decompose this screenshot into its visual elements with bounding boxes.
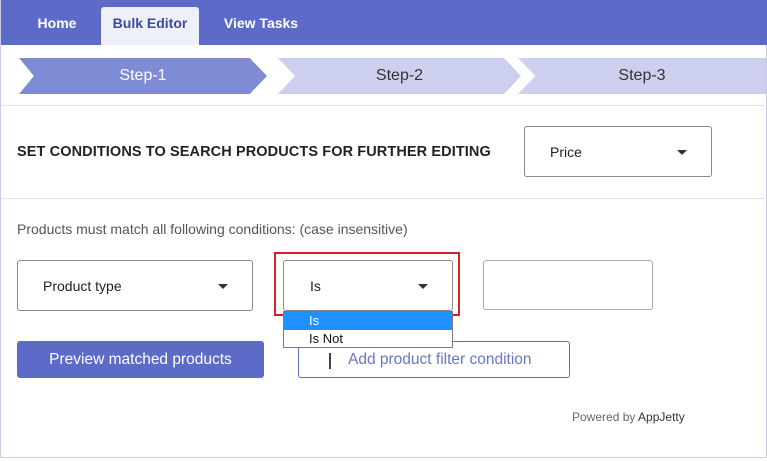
search-section: SET CONDITIONS TO SEARCH PRODUCTS FOR FU… xyxy=(1,107,767,199)
tab-bulk-editor[interactable]: Bulk Editor xyxy=(101,7,199,45)
operator-dropdown-list: Is Is Not xyxy=(283,311,453,348)
brand-name: AppJetty xyxy=(638,410,685,424)
caret-down-icon xyxy=(218,283,228,289)
caret-down-icon xyxy=(677,149,687,155)
tab-home[interactable]: Home xyxy=(23,7,91,45)
step-2: Step-2 xyxy=(278,58,521,94)
condition-operator-select[interactable]: Is xyxy=(283,260,453,311)
preview-matched-products-button[interactable]: Preview matched products xyxy=(17,341,264,378)
step-1: Step-1 xyxy=(19,58,267,94)
plus-icon xyxy=(324,353,336,369)
bulk-editor-app: Home Bulk Editor View Tasks Step-1 Step-… xyxy=(0,0,767,458)
condition-field-value: Product type xyxy=(43,277,122,294)
add-filter-condition-label: Add product filter condition xyxy=(348,351,532,368)
operator-option-is-not[interactable]: Is Not xyxy=(284,330,452,348)
condition-field-select[interactable]: Product type xyxy=(17,260,253,311)
conditions-label: Products must match all following condit… xyxy=(17,221,408,237)
section-title: SET CONDITIONS TO SEARCH PRODUCTS FOR FU… xyxy=(17,144,491,160)
step-3: Step-3 xyxy=(518,58,766,94)
tab-view-tasks[interactable]: View Tasks xyxy=(213,7,309,45)
top-nav: Home Bulk Editor View Tasks xyxy=(1,0,767,45)
condition-value-input[interactable] xyxy=(483,260,653,310)
search-field-value: Price xyxy=(550,143,582,160)
operator-option-is[interactable]: Is xyxy=(284,312,452,330)
step-progress: Step-1 Step-2 Step-3 xyxy=(1,45,767,106)
caret-down-icon xyxy=(418,283,428,289)
powered-by-prefix: Powered by xyxy=(572,410,636,424)
powered-by: Powered by AppJetty xyxy=(572,410,685,424)
condition-operator-value: Is xyxy=(310,277,321,294)
search-field-select[interactable]: Price xyxy=(524,126,712,177)
